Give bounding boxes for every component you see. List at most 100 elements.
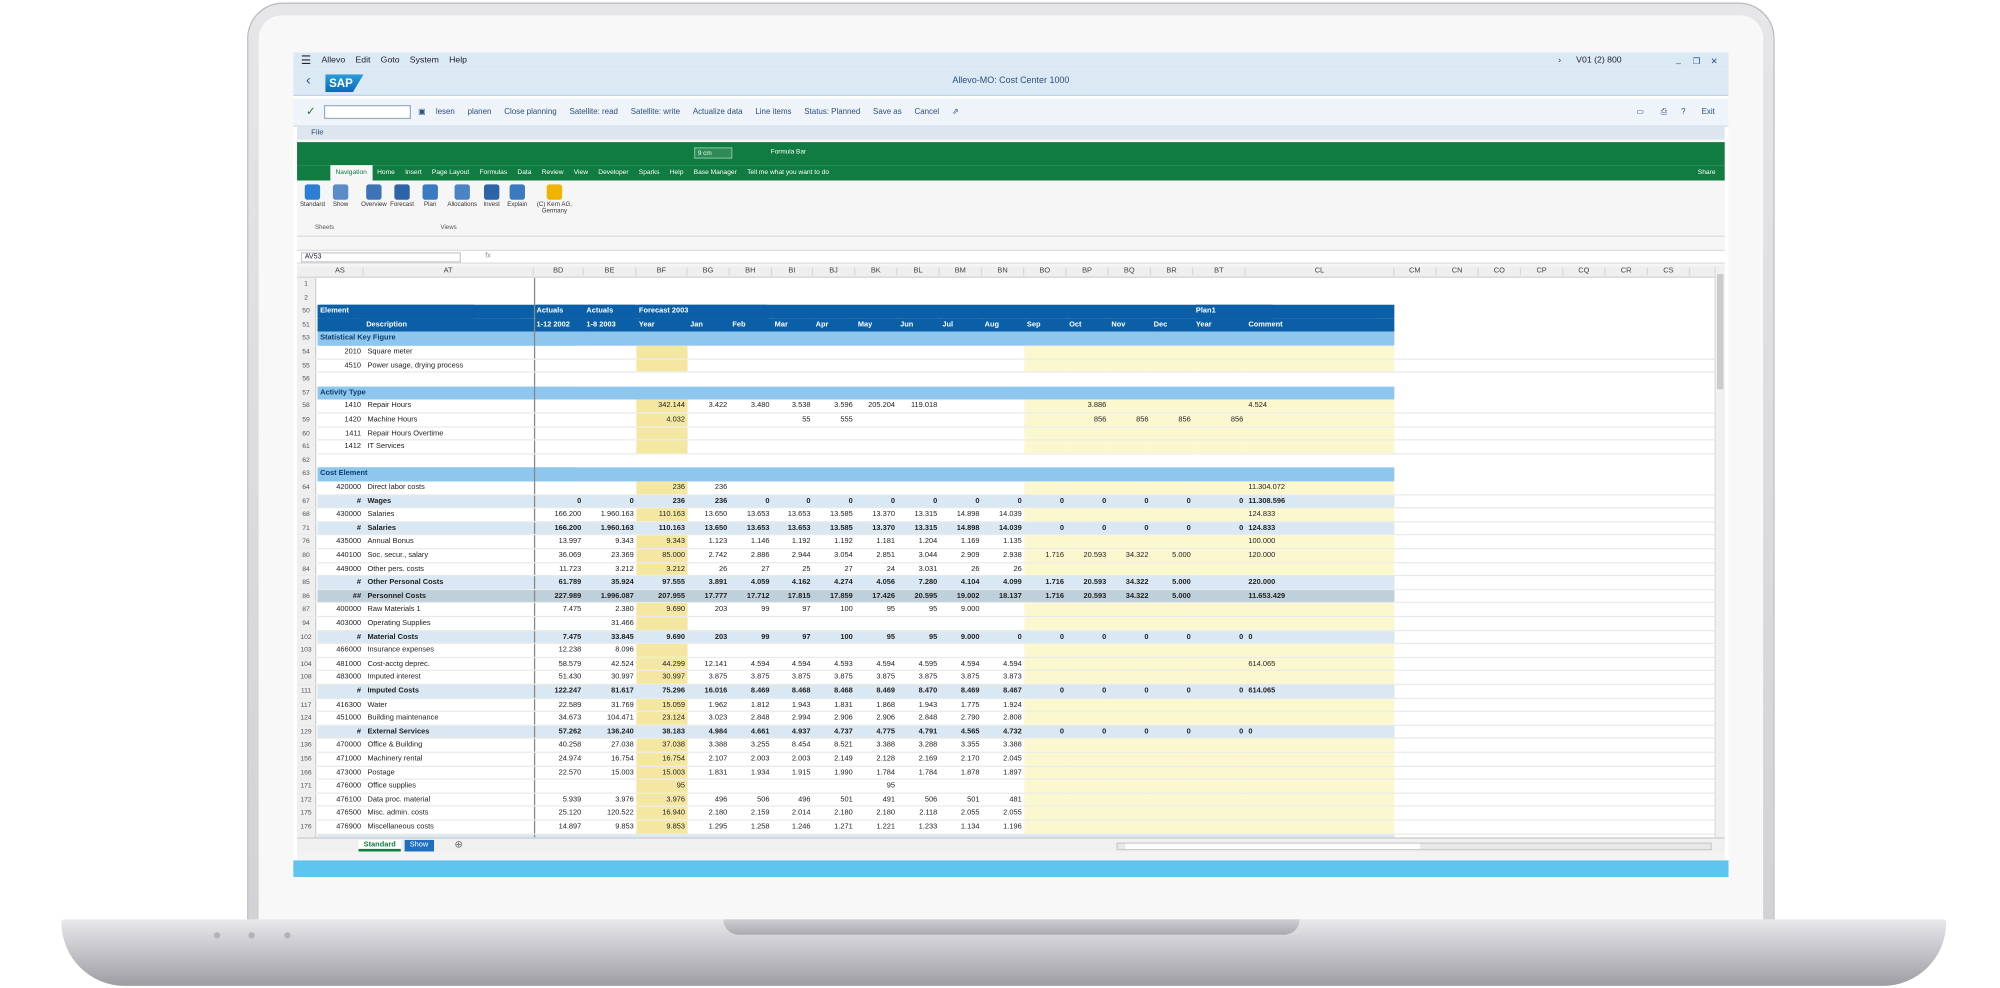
value-cell[interactable]: 0: [1108, 522, 1152, 535]
value-cell[interactable]: 220.000: [1245, 576, 1395, 589]
value-cell[interactable]: 110.163: [636, 508, 688, 521]
value-cell[interactable]: 0: [533, 494, 584, 508]
row-number[interactable]: 2: [297, 291, 317, 305]
value-cell[interactable]: 9.853: [636, 820, 688, 834]
element-code[interactable]: 451000: [318, 712, 364, 724]
row-number[interactable]: 124: [297, 712, 317, 725]
element-code[interactable]: 1412: [318, 441, 364, 453]
value-cell[interactable]: 119.018: [898, 400, 940, 412]
menu-help[interactable]: Help: [449, 56, 467, 65]
restore-icon[interactable]: ❐: [1693, 56, 1701, 66]
value-cell[interactable]: [1193, 359, 1246, 372]
value-cell[interactable]: 1.775: [940, 699, 982, 711]
value-cell[interactable]: 57.262: [533, 725, 584, 739]
value-cell[interactable]: [982, 644, 1024, 656]
row-number[interactable]: 111: [297, 685, 317, 698]
value-cell[interactable]: [855, 414, 897, 426]
value-cell[interactable]: [1151, 712, 1194, 725]
value-cell[interactable]: 31.466: [584, 617, 636, 629]
element-description[interactable]: Insurance expenses: [367, 644, 533, 656]
formula-input[interactable]: [546, 252, 1706, 263]
element-description[interactable]: Machine Hours: [367, 414, 533, 426]
value-cell[interactable]: 0: [1108, 494, 1152, 508]
value-cell[interactable]: 3.388: [982, 739, 1024, 751]
value-cell[interactable]: [1024, 562, 1067, 576]
value-cell[interactable]: [898, 414, 940, 426]
value-cell[interactable]: [940, 481, 982, 493]
value-cell[interactable]: 8.521: [813, 739, 855, 751]
value-cell[interactable]: 1.943: [898, 699, 940, 711]
value-cell[interactable]: 2.055: [940, 807, 982, 819]
value-cell[interactable]: [636, 345, 688, 358]
header-month[interactable]: Jun: [900, 318, 939, 333]
value-cell[interactable]: [772, 617, 813, 629]
value-cell[interactable]: [772, 346, 813, 358]
value-cell[interactable]: 0: [1066, 494, 1109, 508]
row-number[interactable]: 156: [297, 752, 317, 766]
value-cell[interactable]: 1.192: [772, 536, 813, 548]
value-cell[interactable]: [1024, 603, 1067, 616]
name-box[interactable]: AV53: [300, 252, 461, 263]
value-cell[interactable]: 1.784: [855, 766, 897, 778]
element-description[interactable]: Square meter: [367, 346, 533, 358]
element-code[interactable]: 416300: [318, 699, 364, 711]
value-cell[interactable]: [1066, 562, 1109, 576]
value-cell[interactable]: [813, 427, 855, 439]
value-cell[interactable]: 3.288: [898, 739, 940, 751]
value-cell[interactable]: [534, 780, 584, 792]
element-description[interactable]: Annual Bonus: [367, 536, 533, 548]
btn-save-as[interactable]: Save as: [873, 108, 902, 117]
value-cell[interactable]: 8.469: [729, 685, 773, 698]
row-number[interactable]: 108: [297, 671, 317, 684]
value-cell[interactable]: [1245, 603, 1395, 616]
value-cell[interactable]: 15.003: [636, 766, 688, 779]
value-cell[interactable]: 166.200: [533, 522, 584, 535]
value-cell[interactable]: [898, 346, 940, 358]
row-number[interactable]: 1: [297, 277, 317, 292]
element-code[interactable]: 481000: [318, 658, 364, 670]
element-code[interactable]: #: [317, 725, 364, 739]
value-cell[interactable]: [1108, 535, 1152, 548]
horizontal-scrollbar[interactable]: [1116, 842, 1712, 851]
value-cell[interactable]: [1245, 671, 1395, 684]
value-cell[interactable]: [1066, 481, 1109, 494]
value-cell[interactable]: 0: [1151, 630, 1194, 644]
value-cell[interactable]: [1108, 698, 1152, 711]
value-cell[interactable]: 8.468: [813, 685, 856, 698]
value-cell[interactable]: [1108, 657, 1152, 671]
row-number[interactable]: 54: [297, 345, 317, 358]
value-cell[interactable]: 1.831: [688, 766, 730, 778]
value-cell[interactable]: 9.000: [940, 604, 982, 616]
value-cell[interactable]: [982, 400, 1024, 412]
value-cell[interactable]: [1024, 698, 1067, 711]
value-cell[interactable]: [982, 780, 1024, 792]
value-cell[interactable]: 9.343: [584, 536, 636, 548]
element-code[interactable]: 1411: [318, 427, 364, 439]
value-cell[interactable]: 14.039: [982, 509, 1024, 521]
value-cell[interactable]: 3.255: [730, 739, 772, 751]
value-cell[interactable]: 0: [1066, 522, 1109, 535]
value-cell[interactable]: [1193, 793, 1246, 806]
value-cell[interactable]: 3.875: [688, 671, 730, 683]
element-description[interactable]: Other Personal Costs: [367, 576, 534, 589]
value-cell[interactable]: [1151, 644, 1194, 657]
value-cell[interactable]: [730, 644, 772, 656]
row-number[interactable]: 136: [297, 739, 317, 752]
value-cell[interactable]: 5.939: [534, 794, 584, 806]
value-cell[interactable]: 17.815: [772, 590, 814, 603]
tab-view[interactable]: View: [569, 169, 594, 177]
value-cell[interactable]: 0: [1108, 685, 1152, 698]
row-number[interactable]: 67: [297, 494, 317, 508]
element-code[interactable]: 403000: [318, 617, 364, 629]
btn-line-items[interactable]: Line items: [755, 108, 791, 117]
value-cell[interactable]: 2.003: [772, 753, 813, 765]
size-field[interactable]: 9 cm: [693, 147, 733, 159]
value-cell[interactable]: [1024, 671, 1067, 684]
element-description[interactable]: Miscellaneous costs: [367, 821, 533, 833]
value-cell[interactable]: 97: [772, 604, 813, 616]
value-cell[interactable]: [1066, 359, 1109, 372]
value-cell[interactable]: 26: [688, 563, 730, 575]
value-cell[interactable]: [1066, 440, 1109, 453]
value-cell[interactable]: 5.000: [1151, 576, 1194, 589]
value-cell[interactable]: [1151, 657, 1194, 671]
